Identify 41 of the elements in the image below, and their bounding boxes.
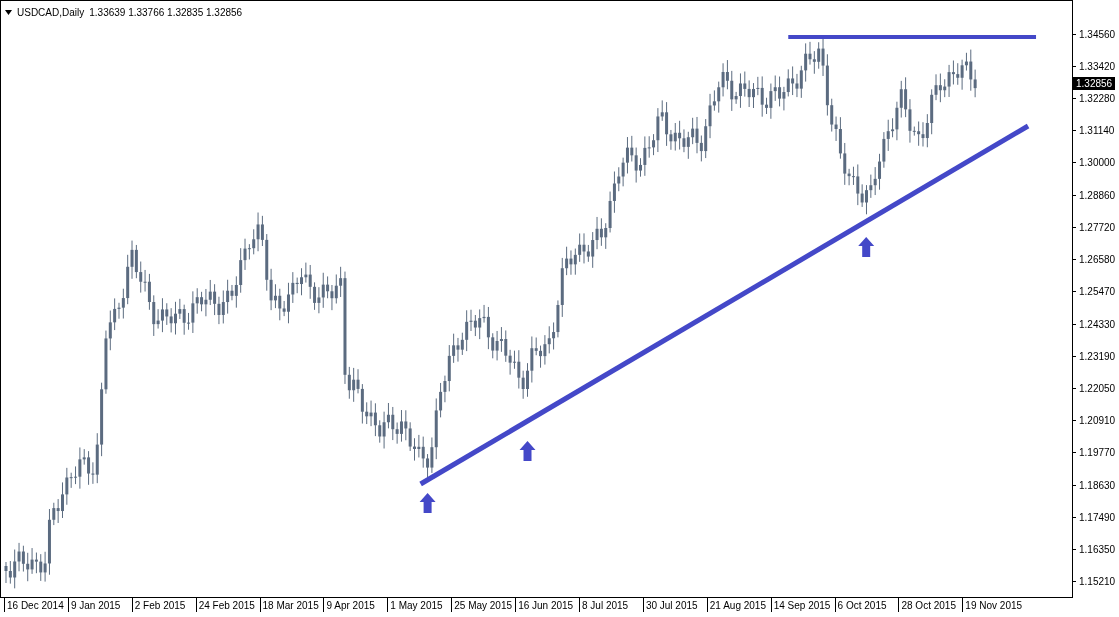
price-label: 1.30000	[1079, 156, 1116, 171]
price-label: 1.24330	[1079, 317, 1116, 332]
price-label: 1.22050	[1079, 382, 1116, 396]
up-arrow-icon	[858, 237, 875, 257]
price-label: 1.32280	[1079, 92, 1116, 107]
date-label: 1 May 2015	[390, 600, 443, 612]
price-label: 1.18630	[1079, 478, 1116, 493]
price-label: 1.31140	[1079, 124, 1115, 139]
date-label: 30 Jul 2015	[645, 600, 698, 612]
date-label: 9 Apr 2015	[326, 600, 375, 612]
date-label: 9 Jan 2015	[70, 600, 121, 612]
date-label: 19 Nov 2015	[965, 600, 1023, 612]
price-label: 1.20910	[1079, 414, 1116, 429]
price-label: 1.16350	[1079, 543, 1116, 558]
date-label: 25 May 2015	[454, 600, 513, 612]
date-label: 16 Jun 2015	[518, 600, 574, 612]
price-label: 1.28860	[1079, 188, 1116, 203]
price-label: 1.23190	[1079, 349, 1116, 364]
date-label: 18 Mar 2015	[262, 600, 319, 612]
date-label: 14 Sep 2015	[773, 600, 831, 612]
price-label: 1.19770	[1079, 446, 1116, 461]
date-label: 21 Aug 2015	[709, 600, 766, 612]
date-label: 16 Dec 2014	[7, 600, 64, 612]
ohlc-values: 1.33639 1.33766 1.32835 1.32856	[89, 6, 243, 20]
date-label: 2 Feb 2015	[134, 600, 186, 612]
price-label: 1.17490	[1079, 510, 1116, 525]
dropdown-caret-icon[interactable]	[5, 10, 12, 15]
price-label: 1.26580	[1079, 253, 1116, 268]
price-label: 1.33420	[1079, 59, 1116, 74]
date-label: 28 Oct 2015	[901, 600, 956, 612]
price-label: 1.27720	[1079, 220, 1116, 235]
date-label: 24 Feb 2015	[198, 600, 255, 612]
price-label: 1.15210	[1079, 575, 1116, 590]
up-arrow-icon	[519, 441, 536, 461]
up-arrow-icon	[419, 493, 436, 513]
date-label: 6 Oct 2015	[837, 600, 887, 612]
symbol-label: USDCAD,Daily	[17, 6, 85, 20]
price-label: 1.34560	[1079, 27, 1116, 42]
date-label: 8 Jul 2015	[582, 600, 629, 612]
price-label: 1.25470	[1079, 285, 1116, 300]
current-price-label: 1.32856	[1073, 77, 1116, 90]
